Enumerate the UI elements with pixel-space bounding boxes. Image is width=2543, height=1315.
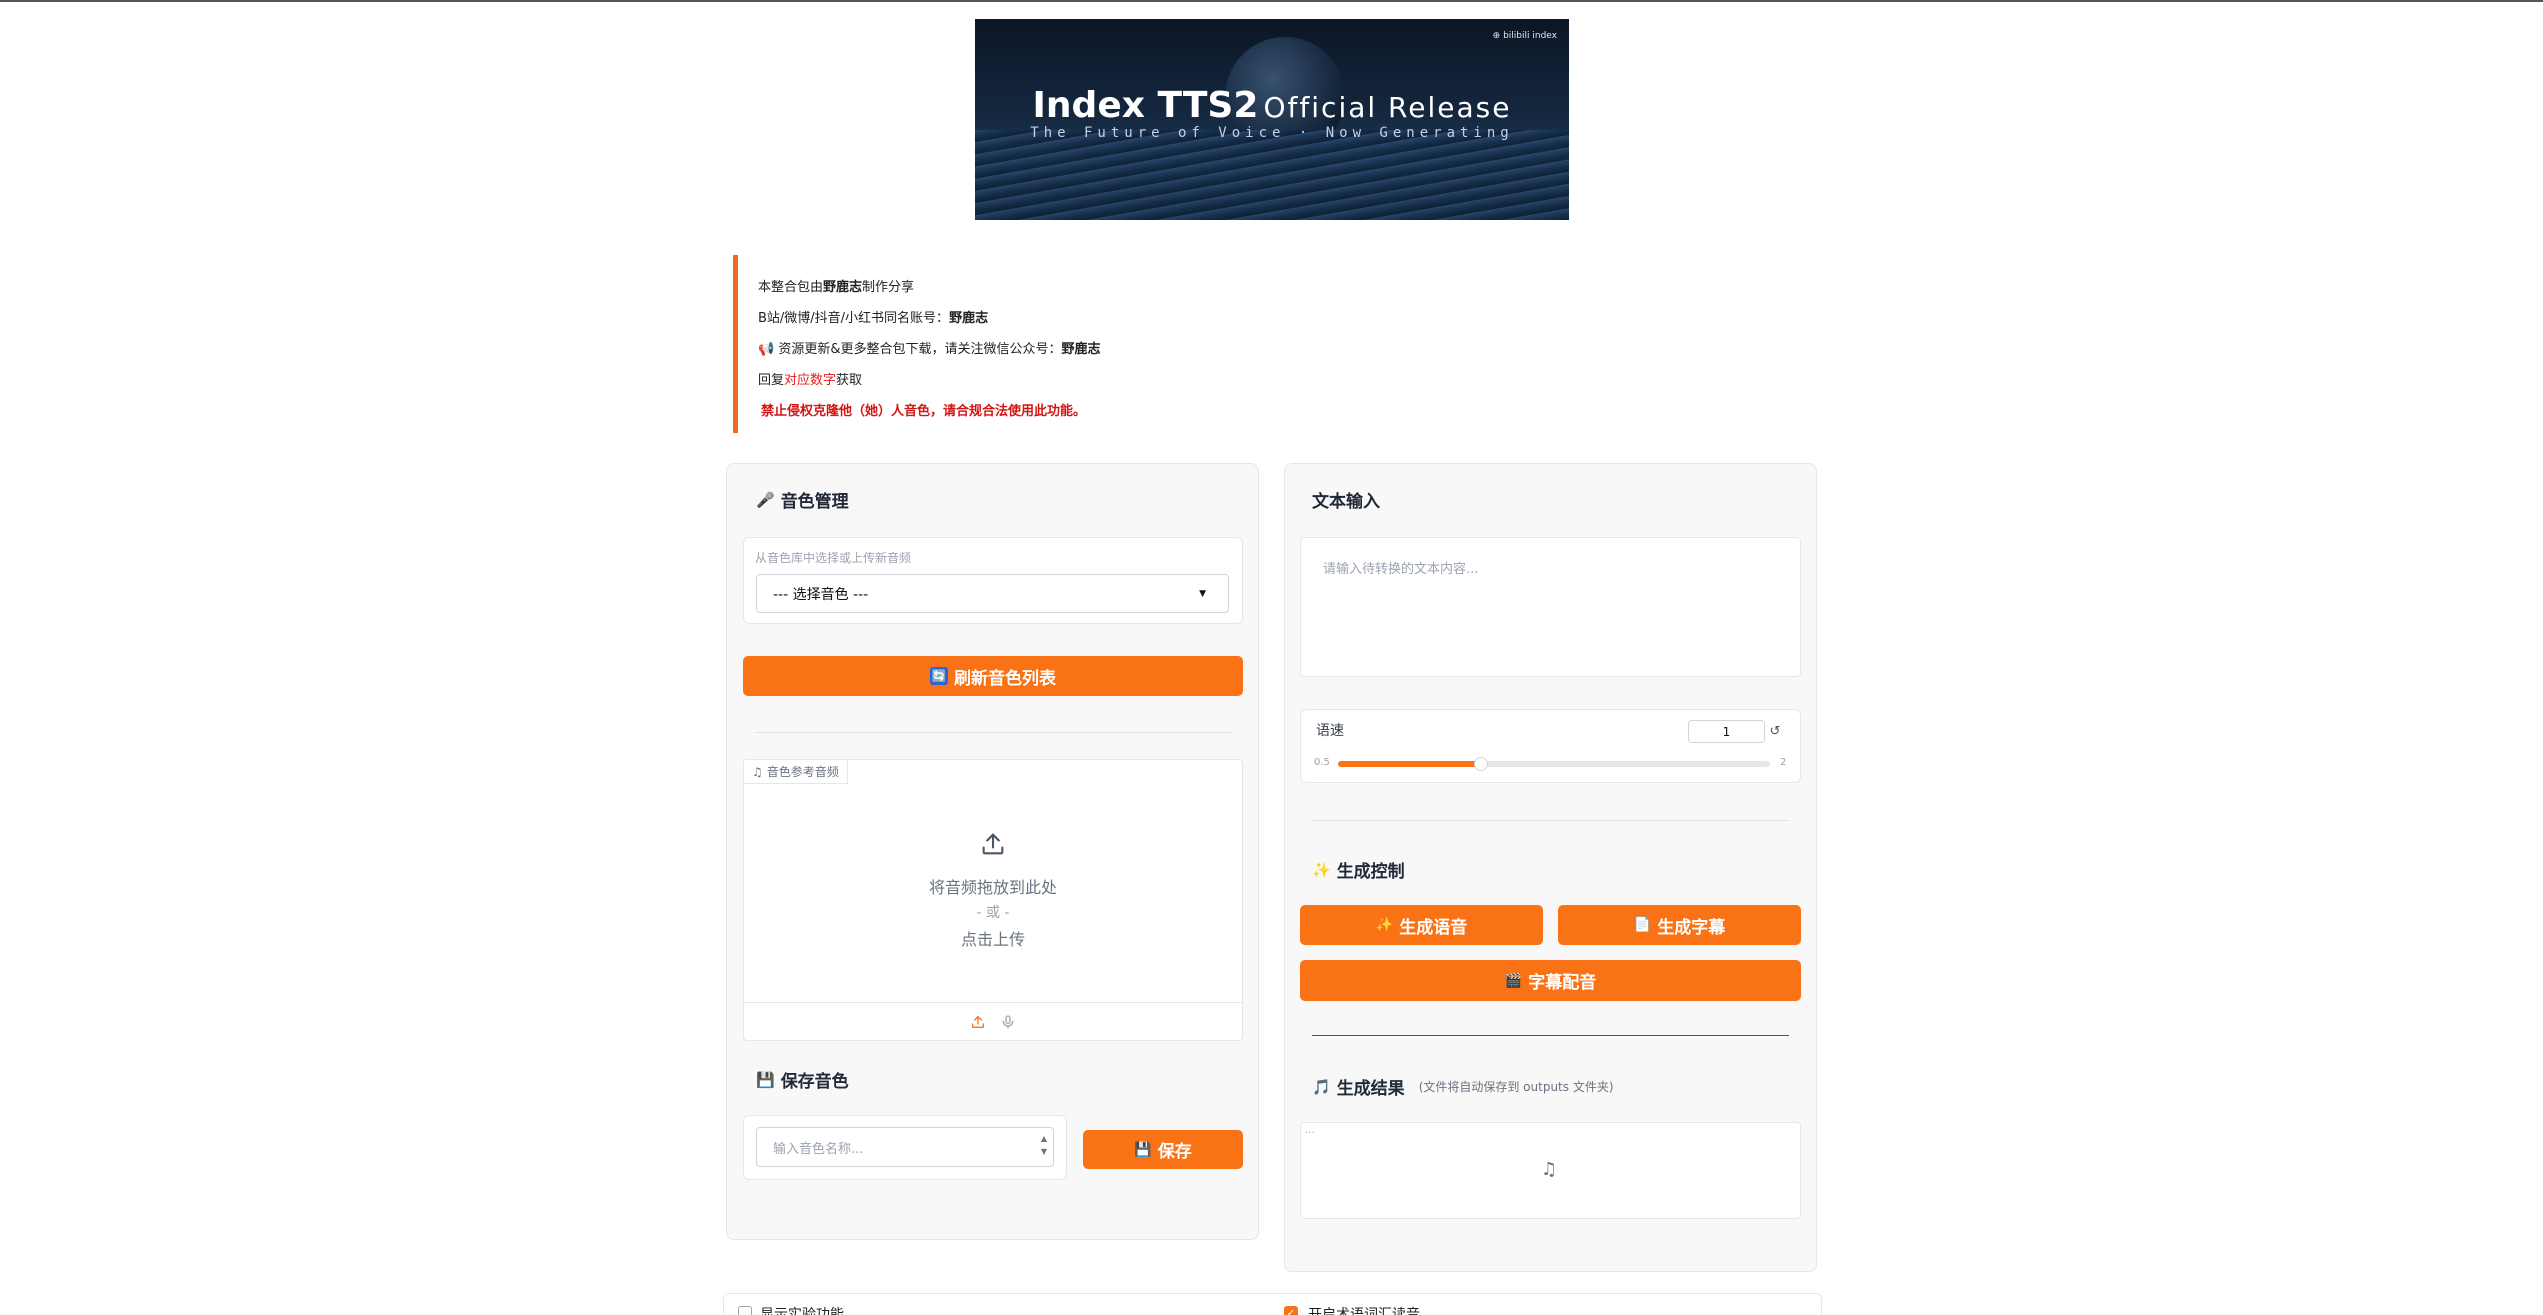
author-name: 野鹿志 [1061,342,1101,357]
save-voice-button[interactable]: 💾 保存 [1083,1130,1243,1169]
stepper-arrows[interactable]: ▲ ▼ [1041,1132,1047,1158]
music-note-icon: ♫ [752,764,763,779]
notice-text: 制作分享 [862,280,915,295]
speed-slider-fill [1338,761,1481,767]
author-name: 野鹿志 [949,311,989,326]
microphone-icon: 🎤 [756,490,775,509]
generate-subtitle-label: 生成字幕 [1657,917,1726,938]
subtitle-dub-label: 字幕配音 [1528,973,1597,993]
notice-warning: 禁止侵权克隆他（她）人音色，请合规合法使用此功能。 [761,404,1087,419]
divider-dark [1312,1035,1789,1036]
banner-subtitle: The Future of Voice · Now Generating [1030,125,1514,141]
refresh-voices-button[interactable]: 🔄 刷新音色列表 [743,656,1243,696]
experimental-label: 显示实验功能 [760,1307,844,1315]
upload-or-text: - 或 - [976,905,1010,921]
chevron-down-icon: ▼ [1199,588,1206,599]
speed-slider-thumb[interactable] [1473,757,1488,771]
notice-block: 本整合包由野鹿志制作分享 B站/微博/抖音/小红书同名账号：野鹿志 📢 资源更新… [733,255,1823,433]
banner-title-rest: Official Release [1263,91,1512,124]
top-border [0,0,2543,2]
upload-click-text: 点击上传 [960,930,1025,949]
save-voice-title-text: 保存音色 [780,1072,849,1092]
speed-label: 语速 [1316,723,1344,739]
gen-result-title-text: 生成结果 [1336,1079,1405,1099]
gen-control-title: ✨ 生成控制 [1312,857,1405,883]
floppy-disk-icon: 💾 [756,1070,775,1089]
refresh-voices-label: 刷新音色列表 [954,668,1056,689]
notice-text: B站/微博/抖音/小红书同名账号： [758,311,950,326]
generate-voice-button[interactable]: ✨ 生成语音 [1300,905,1543,945]
banner-title: Index TTS2 Official Release [975,85,1569,126]
voice-name-placeholder: 输入音色名称... [773,1141,864,1157]
speed-max-label: 2 [1780,757,1787,768]
gen-result-title: 🎵 生成结果 (文件将自动保存到 outputs 文件夹) [1312,1074,1614,1100]
glossary-checkbox[interactable]: ✓ [1284,1306,1298,1315]
voice-manage-title: 🎤 音色管理 [756,487,849,513]
text-input-area[interactable]: 请输入待转换的文本内容... [1300,537,1801,677]
glossary-label: 开启术语词汇读音 [1308,1307,1420,1315]
banner-logo: ⊕ bilibili index [1492,31,1557,41]
voice-select-label: 从音色库中选择或上传新音频 [755,551,912,565]
document-icon: 📄 [1633,917,1652,933]
microphone-source-icon[interactable] [1000,1014,1016,1030]
refresh-icon: 🔄 [930,667,948,685]
banner-title-main: Index TTS2 [1032,85,1259,126]
gen-control-title-text: 生成控制 [1336,862,1405,882]
generate-voice-label: 生成语音 [1399,917,1468,938]
gen-result-note: (文件将自动保存到 outputs 文件夹) [1418,1080,1614,1094]
notice-highlight: 对应数字 [784,373,837,388]
experimental-checkbox[interactable] [738,1306,752,1315]
clapperboard-icon: 🎬 [1504,972,1523,989]
save-voice-label: 保存 [1157,1142,1192,1162]
notice-line-3: 📢 资源更新&更多整合包下载，请关注微信公众号：野鹿志 [758,334,1823,365]
text-input-title: 文本输入 [1312,492,1380,512]
options-bar: 显示实验功能 ✓ 开启术语词汇读音 [723,1293,1822,1315]
voice-name-input[interactable]: 输入音色名称... ▲ ▼ [756,1127,1054,1167]
upload-icon [982,833,1004,855]
upload-source-icon[interactable] [970,1014,986,1030]
divider [1312,820,1789,821]
upload-drop-text: 将音频拖放到此处 [928,878,1057,897]
music-icon: 🎵 [1312,1077,1331,1096]
upload-dropzone[interactable]: 将音频拖放到此处 - 或 - 点击上传 [744,830,1242,950]
notice-line-2: B站/微博/抖音/小红书同名账号：野鹿志 [758,303,1823,334]
upload-tag-text: 音色参考音频 [766,765,839,779]
notice-text: 回复 [758,373,785,388]
upload-tag: ♫ 音色参考音频 [744,760,848,784]
notice-text: 本整合包由 [758,280,824,295]
sparkles-icon: ✨ [1375,917,1394,933]
voice-select-value: --- 选择音色 --- [773,586,869,603]
notice-line-4: 回复对应数字获取 [758,365,1823,396]
notice-text: 资源更新&更多整合包下载，请关注微信公众号： [774,342,1062,357]
speed-number-input[interactable]: 1 [1688,720,1765,743]
result-box-tag: ... [1305,1125,1315,1136]
upload-source-bar [744,1002,1242,1040]
save-voice-title: 💾 保存音色 [756,1067,849,1093]
notice-text: 获取 [836,373,863,388]
generate-subtitle-button[interactable]: 📄 生成字幕 [1558,905,1801,945]
author-name: 野鹿志 [823,280,863,295]
reference-audio-upload[interactable]: ♫ 音色参考音频 将音频拖放到此处 - 或 - 点击上传 [743,759,1243,1041]
banner-image: ⊕ bilibili index Index TTS2 Official Rel… [975,19,1569,220]
music-note-icon: ♫ [1541,1159,1558,1180]
megaphone-icon: 📢 [758,342,775,357]
notice-line-1: 本整合包由野鹿志制作分享 [758,272,1823,303]
speed-slider[interactable] [1338,757,1770,771]
result-audio-box: ... ♫ [1300,1122,1801,1219]
voice-select-dropdown[interactable]: --- 选择音色 --- ▼ [756,574,1229,613]
subtitle-dub-button[interactable]: 🎬 字幕配音 [1300,960,1801,1001]
reset-icon[interactable]: ↺ [1764,720,1786,743]
voice-manage-title-text: 音色管理 [780,492,849,512]
floppy-disk-icon: 💾 [1134,1141,1152,1158]
speed-min-label: 0.5 [1314,757,1330,768]
mountain-graphic [975,130,1569,220]
sparkles-icon: ✨ [1312,860,1331,879]
divider [755,732,1232,733]
